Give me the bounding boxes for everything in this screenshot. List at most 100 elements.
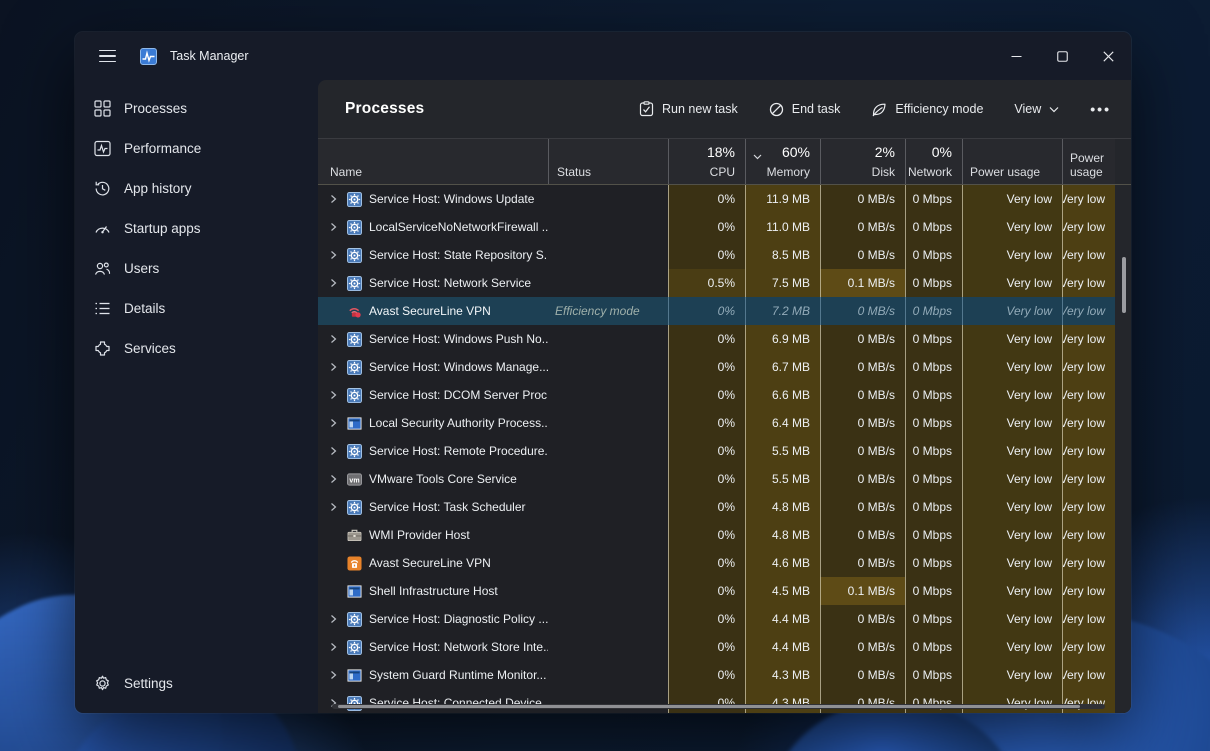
process-name-cell[interactable]: Service Host: Connected Device... xyxy=(318,689,548,713)
column-header-cpu[interactable]: 18% CPU xyxy=(668,139,745,184)
maximize-button[interactable] xyxy=(1039,32,1085,80)
sidebar-item-startup-apps[interactable]: Startup apps xyxy=(79,208,314,248)
network-total: 0% xyxy=(932,144,952,160)
expand-chevron-icon[interactable] xyxy=(326,670,340,680)
expand-chevron-icon[interactable] xyxy=(326,278,340,288)
table-row[interactable]: Service Host: Connected Device...0%4.3 M… xyxy=(318,689,1131,713)
table-row[interactable]: System Guard Runtime Monitor...0%4.3 MB0… xyxy=(318,661,1131,689)
svchost-icon xyxy=(347,220,362,235)
column-header-network[interactable]: 0% Network xyxy=(905,139,962,184)
table-row[interactable]: Service Host: State Repository S...0%8.5… xyxy=(318,241,1131,269)
process-name-cell[interactable]: Service Host: Remote Procedure... xyxy=(318,437,548,465)
table-row[interactable]: Service Host: DCOM Server Proc...0%6.6 M… xyxy=(318,381,1131,409)
sidebar-item-label: Services xyxy=(124,341,176,356)
horizontal-scrollbar[interactable] xyxy=(332,704,1105,709)
expand-chevron-icon[interactable] xyxy=(326,194,340,204)
table-row[interactable]: Service Host: Network Store Inte...0%4.4… xyxy=(318,633,1131,661)
sidebar-item-app-history[interactable]: App history xyxy=(79,168,314,208)
process-name-cell[interactable]: Service Host: Windows Manage... xyxy=(318,353,548,381)
process-name: WMI Provider Host xyxy=(369,528,470,542)
process-power-usage: Very low xyxy=(962,465,1062,493)
process-name: Local Security Authority Process... xyxy=(369,416,548,430)
column-header-disk[interactable]: 2% Disk xyxy=(820,139,905,184)
process-power-usage: Very low xyxy=(962,297,1062,325)
sidebar-item-performance[interactable]: Performance xyxy=(79,128,314,168)
process-status xyxy=(548,493,668,521)
navigation-menu-button[interactable] xyxy=(90,40,124,72)
expand-chevron-icon[interactable] xyxy=(326,362,340,372)
table-row[interactable]: vmVMware Tools Core Service0%5.5 MB0 MB/… xyxy=(318,465,1131,493)
process-name-cell[interactable]: Service Host: State Repository S... xyxy=(318,241,548,269)
expand-chevron-icon[interactable] xyxy=(326,390,340,400)
table-row[interactable]: Service Host: Diagnostic Policy ...0%4.4… xyxy=(318,605,1131,633)
table-row[interactable]: Service Host: Windows Push No...0%6.9 MB… xyxy=(318,325,1131,353)
column-header-status[interactable]: Status xyxy=(548,139,668,184)
more-options-button[interactable]: ••• xyxy=(1088,97,1113,121)
table-row[interactable]: Avast SecureLine VPN0%4.6 MB0 MB/s0 Mbps… xyxy=(318,549,1131,577)
avast-orange-icon xyxy=(347,556,362,571)
expand-chevron-icon[interactable] xyxy=(326,222,340,232)
process-name-cell[interactable]: Avast SecureLine VPN xyxy=(318,297,548,325)
sidebar-item-label: Users xyxy=(124,261,159,276)
process-name-cell[interactable]: Service Host: Network Service xyxy=(318,269,548,297)
process-name-cell[interactable]: vm VMware Tools Core Service xyxy=(318,465,548,493)
process-name-cell[interactable]: Service Host: Task Scheduler xyxy=(318,493,548,521)
table-row[interactable]: Shell Infrastructure Host0%4.5 MB0.1 MB/… xyxy=(318,577,1131,605)
table-row[interactable]: Service Host: Remote Procedure...0%5.5 M… xyxy=(318,437,1131,465)
column-header-name[interactable]: Name xyxy=(318,139,548,184)
sidebar-item-services[interactable]: Services xyxy=(79,328,314,368)
close-button[interactable] xyxy=(1085,32,1131,80)
process-name-cell[interactable]: LocalServiceNoNetworkFirewall ... xyxy=(318,213,548,241)
svg-text:vm: vm xyxy=(349,477,359,484)
expand-chevron-icon[interactable] xyxy=(326,446,340,456)
process-name-cell[interactable]: WMI Provider Host xyxy=(318,521,548,549)
process-name-cell[interactable]: Service Host: Windows Push No... xyxy=(318,325,548,353)
process-memory: 6.4 MB xyxy=(745,409,820,437)
table-row[interactable]: WMI Provider Host0%4.8 MB0 MB/s0 MbpsVer… xyxy=(318,521,1131,549)
expand-chevron-icon[interactable] xyxy=(326,642,340,652)
process-name-cell[interactable]: Shell Infrastructure Host xyxy=(318,577,548,605)
expand-chevron-icon[interactable] xyxy=(326,614,340,624)
view-dropdown[interactable]: View xyxy=(1012,98,1061,120)
vertical-scrollbar-thumb[interactable] xyxy=(1122,257,1126,313)
process-status xyxy=(548,465,668,493)
table-row[interactable]: Service Host: Network Service0.5%7.5 MB0… xyxy=(318,269,1131,297)
sidebar-item-settings[interactable]: Settings xyxy=(79,663,314,703)
column-header-power-usage[interactable]: Power usage xyxy=(962,139,1062,184)
expand-chevron-icon[interactable] xyxy=(326,334,340,344)
run-new-task-button[interactable]: Run new task xyxy=(637,97,740,121)
horizontal-scrollbar-thumb[interactable] xyxy=(338,705,1080,708)
process-cpu: 0% xyxy=(668,325,745,353)
process-name-cell[interactable]: System Guard Runtime Monitor... xyxy=(318,661,548,689)
expand-chevron-icon[interactable] xyxy=(326,474,340,484)
process-network: 0 Mbps xyxy=(905,661,962,689)
table-row[interactable]: LocalServiceNoNetworkFirewall ...0%11.0 … xyxy=(318,213,1131,241)
table-row-selected[interactable]: Avast SecureLine VPNEfficiency mode0%7.2… xyxy=(318,297,1131,325)
sidebar-item-users[interactable]: Users xyxy=(79,248,314,288)
process-name-cell[interactable]: Service Host: Diagnostic Policy ... xyxy=(318,605,548,633)
process-name-cell[interactable]: Avast SecureLine VPN xyxy=(318,549,548,577)
process-memory: 4.3 MB xyxy=(745,661,820,689)
table-row[interactable]: Local Security Authority Process...0%6.4… xyxy=(318,409,1131,437)
process-name-cell[interactable]: Service Host: DCOM Server Proc... xyxy=(318,381,548,409)
end-task-button[interactable]: End task xyxy=(767,98,843,121)
process-name: VMware Tools Core Service xyxy=(369,472,517,486)
sidebar-item-details[interactable]: Details xyxy=(79,288,314,328)
expand-chevron-icon[interactable] xyxy=(326,418,340,428)
process-name: Service Host: Remote Procedure... xyxy=(369,444,548,458)
efficiency-mode-button[interactable]: Efficiency mode xyxy=(869,98,985,121)
expand-chevron-icon[interactable] xyxy=(326,502,340,512)
table-row[interactable]: Service Host: Windows Manage...0%6.7 MB0… xyxy=(318,353,1131,381)
sidebar-item-processes[interactable]: Processes xyxy=(79,88,314,128)
table-row[interactable]: Service Host: Task Scheduler0%4.8 MB0 MB… xyxy=(318,493,1131,521)
column-header-memory[interactable]: 60% Memory xyxy=(745,139,820,184)
column-header-power-usage-trend[interactable]: Power usage xyxy=(1062,139,1115,184)
gear-icon xyxy=(93,674,111,692)
table-row[interactable]: Service Host: Windows Update0%11.9 MB0 M… xyxy=(318,185,1131,213)
expand-chevron-icon[interactable] xyxy=(326,250,340,260)
process-name-cell[interactable]: Service Host: Windows Update xyxy=(318,185,548,213)
process-name-cell[interactable]: Local Security Authority Process... xyxy=(318,409,548,437)
minimize-button[interactable] xyxy=(993,32,1039,80)
process-name: Service Host: State Repository S... xyxy=(369,248,548,262)
process-name-cell[interactable]: Service Host: Network Store Inte... xyxy=(318,633,548,661)
